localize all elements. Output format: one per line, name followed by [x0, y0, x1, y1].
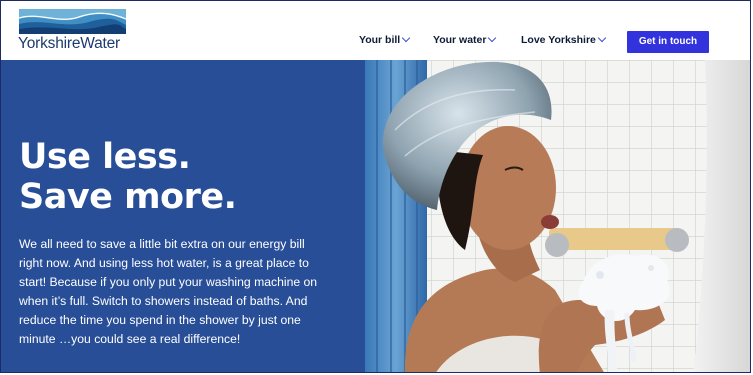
hero-photo [365, 60, 750, 372]
headline-line-1: Use less. [19, 137, 191, 177]
hero-body-text: We all need to save a little bit extra o… [19, 237, 318, 346]
headline-line-2: Save more. [19, 177, 237, 217]
nav-love-yorkshire[interactable]: Love Yorkshire [521, 33, 607, 46]
logo-mark [19, 9, 126, 34]
hero-headline: Use less. Save more. [19, 137, 237, 217]
nav-label: Your water [433, 34, 487, 46]
chevron-down-icon [597, 33, 607, 43]
brand-logo[interactable]: YorkshireWater [18, 9, 138, 55]
get-in-touch-button[interactable]: Get in touch [627, 31, 709, 53]
chevron-down-icon [488, 33, 497, 43]
nav-label: Your bill [359, 34, 401, 46]
site-header: YorkshireWater Your bill Your water Love… [1, 1, 750, 60]
nav-label: Love Yorkshire [521, 34, 596, 46]
nav-your-water[interactable]: Your water [433, 33, 497, 46]
brand-name: YorkshireWater [18, 35, 121, 52]
page: YorkshireWater Your bill Your water Love… [0, 0, 751, 373]
chevron-down-icon [401, 33, 411, 43]
nav-your-bill[interactable]: Your bill [359, 33, 411, 46]
